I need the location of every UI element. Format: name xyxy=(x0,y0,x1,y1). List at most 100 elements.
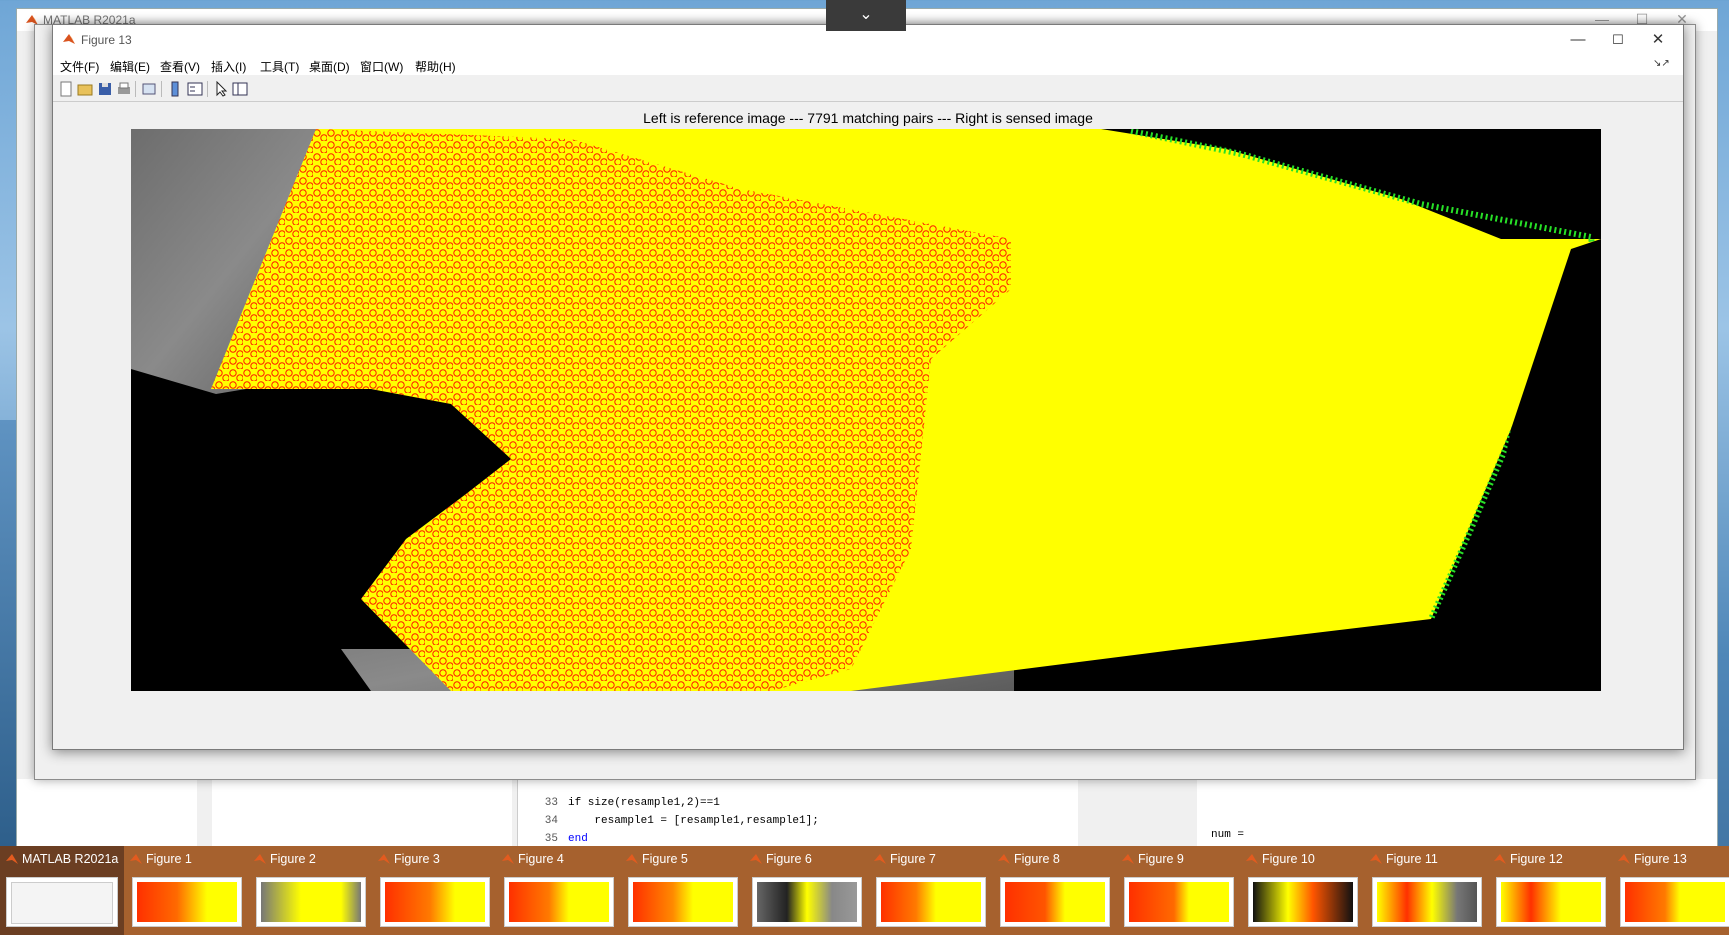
new-icon[interactable] xyxy=(58,81,74,97)
command-output: num = xyxy=(1211,829,1245,841)
taskbar-thumbnail xyxy=(132,877,242,927)
menu-window[interactable]: 窗口(W) xyxy=(360,58,403,75)
code-line: 33 if size(resample1,2)==1 xyxy=(518,797,720,814)
matlab-logo-icon xyxy=(1246,854,1258,864)
toolbar-separator xyxy=(161,81,162,97)
taskbar-label: Figure 5 xyxy=(642,852,688,866)
taskbar-item-figure-4[interactable]: Figure 4 xyxy=(496,846,620,935)
close-button[interactable]: ✕ xyxy=(1638,29,1678,51)
taskbar-label: Figure 3 xyxy=(394,852,440,866)
matlab-logo-icon xyxy=(254,854,266,864)
taskbar-item-figure-7[interactable]: Figure 7 xyxy=(868,846,992,935)
matlab-logo-icon xyxy=(1122,854,1134,864)
property-inspector-icon[interactable] xyxy=(232,81,248,97)
taskbar-item-figure-13[interactable]: Figure 13 xyxy=(1612,846,1729,935)
matlab-logo-icon xyxy=(130,854,142,864)
thumbnail-image xyxy=(137,882,237,922)
thumbnail-image xyxy=(881,882,981,922)
pointer-icon[interactable] xyxy=(213,81,229,97)
taskbar-item-figure-10[interactable]: Figure 10 xyxy=(1240,846,1364,935)
thumbnail-image xyxy=(1501,882,1601,922)
workspace-pane xyxy=(212,779,512,849)
minimize-button[interactable]: — xyxy=(1558,29,1598,51)
matlab-logo-icon xyxy=(998,854,1010,864)
editor-pane[interactable]: 33 if size(resample1,2)==1 34 resample1 =… xyxy=(517,779,1078,849)
taskbar-thumbnail xyxy=(1496,877,1606,927)
maximize-button[interactable]: ☐ xyxy=(1598,29,1638,51)
thumbnail-image xyxy=(385,882,485,922)
taskbar-thumbnail xyxy=(6,877,118,927)
taskbar-thumbnail xyxy=(504,877,614,927)
save-icon[interactable] xyxy=(97,81,113,97)
chevron-down-icon[interactable]: ⌄ xyxy=(826,0,906,31)
taskbar-thumbnail xyxy=(256,877,366,927)
menu-insert[interactable]: 插入(I) xyxy=(211,58,246,75)
taskbar-label: Figure 2 xyxy=(270,852,316,866)
taskbar-label: Figure 10 xyxy=(1262,852,1315,866)
taskbar-item-figure-11[interactable]: Figure 11 xyxy=(1364,846,1488,935)
figure-title: Figure 13 xyxy=(81,33,132,47)
matlab-logo-icon xyxy=(1370,854,1382,864)
matlab-logo-icon xyxy=(1618,854,1630,864)
menu-view[interactable]: 查看(V) xyxy=(160,58,200,75)
figure-window: Figure 13 — ☐ ✕ 文件(F) 编辑(E) 查看(V) 插入(I) … xyxy=(52,24,1684,750)
line-number: 33 xyxy=(544,797,558,809)
open-icon[interactable] xyxy=(77,81,93,97)
thumbnail-image xyxy=(509,882,609,922)
toolbar-separator xyxy=(207,81,208,97)
current-folder-pane xyxy=(17,779,197,849)
taskbar-item-figure-9[interactable]: Figure 9 xyxy=(1116,846,1240,935)
taskbar-label: Figure 11 xyxy=(1386,852,1438,866)
taskbar-item-figure-8[interactable]: Figure 8 xyxy=(992,846,1116,935)
matlab-figure-icon xyxy=(63,34,75,44)
line-number: 34 xyxy=(544,815,558,827)
thumbnail-image xyxy=(1625,882,1725,922)
plot-title: Left is reference image --- 7791 matchin… xyxy=(643,110,1093,126)
taskbar-label: Figure 7 xyxy=(890,852,936,866)
matlab-logo-icon xyxy=(874,854,886,864)
taskbar-thumbnail xyxy=(752,877,862,927)
matching-plot[interactable] xyxy=(131,129,1601,691)
menu-help[interactable]: 帮助(H) xyxy=(415,58,456,75)
thumbnail-image xyxy=(1377,882,1477,922)
taskbar-label: Figure 13 xyxy=(1634,852,1687,866)
taskbar-thumbnail xyxy=(876,877,986,927)
dock-arrows-icon[interactable]: ↘↗ xyxy=(1653,58,1670,69)
taskbar-item-figure-1[interactable]: Figure 1 xyxy=(124,846,248,935)
thumbnail-image xyxy=(633,882,733,922)
taskbar-label: Figure 8 xyxy=(1014,852,1060,866)
code-text: end xyxy=(568,833,588,845)
matlab-logo-icon xyxy=(6,854,18,864)
toolbar-separator xyxy=(135,81,136,97)
taskbar-label: Figure 9 xyxy=(1138,852,1184,866)
colorbar-icon[interactable] xyxy=(167,81,183,97)
menu-desktop[interactable]: 桌面(D) xyxy=(309,58,350,75)
code-line: 34 resample1 = [resample1,resample1]; xyxy=(518,815,819,832)
taskbar-item-figure-5[interactable]: Figure 5 xyxy=(620,846,744,935)
thumbnail-image xyxy=(261,882,361,922)
taskbar-label: Figure 1 xyxy=(146,852,192,866)
thumbnail-image xyxy=(1129,882,1229,922)
matlab-logo-icon xyxy=(626,854,638,864)
taskbar-item-figure-3[interactable]: Figure 3 xyxy=(372,846,496,935)
legend-icon[interactable] xyxy=(187,81,203,97)
figure-toolbar xyxy=(53,77,1683,102)
thumbnail-image xyxy=(1005,882,1105,922)
taskbar-item-matlab[interactable]: MATLAB R2021a xyxy=(0,846,124,935)
taskbar-item-figure-2[interactable]: Figure 2 xyxy=(248,846,372,935)
matlab-logo-icon xyxy=(502,854,514,864)
menu-tools[interactable]: 工具(T) xyxy=(260,58,299,75)
desktop-background xyxy=(0,420,16,846)
taskbar-item-figure-12[interactable]: Figure 12 xyxy=(1488,846,1612,935)
print-icon[interactable] xyxy=(116,81,132,97)
menu-file[interactable]: 文件(F) xyxy=(60,58,99,75)
print-preview-icon[interactable] xyxy=(141,81,157,97)
taskbar-item-figure-6[interactable]: Figure 6 xyxy=(744,846,868,935)
taskbar-thumbnail xyxy=(1000,877,1110,927)
command-window[interactable]: num = xyxy=(1197,779,1717,849)
taskbar-thumbnail xyxy=(1620,877,1729,927)
matlab-logo-icon xyxy=(750,854,762,864)
line-number: 35 xyxy=(544,833,558,845)
thumbnail-image xyxy=(1253,882,1353,922)
menu-edit[interactable]: 编辑(E) xyxy=(110,58,150,75)
